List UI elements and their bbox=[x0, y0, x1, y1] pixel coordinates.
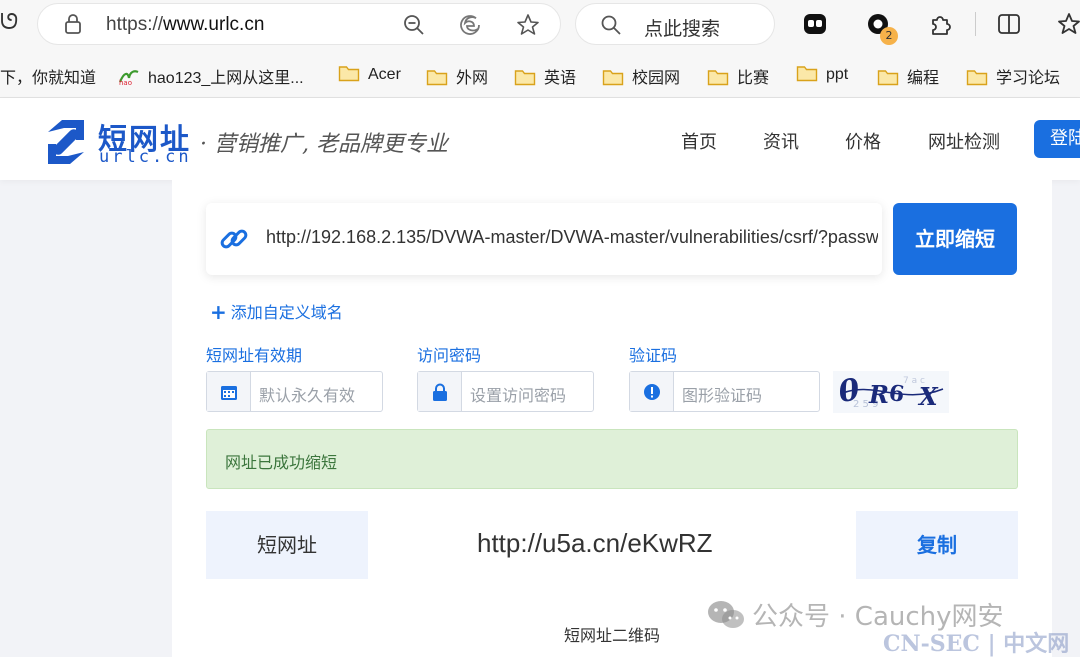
logo-icon[interactable] bbox=[42, 118, 90, 166]
bookmark-folder[interactable]: 编程 bbox=[877, 64, 940, 87]
short-url-value[interactable]: http://u5a.cn/eKwRZ bbox=[477, 528, 713, 559]
bookmark-folder[interactable]: 英语 bbox=[514, 64, 577, 87]
add-custom-domain-link[interactable]: + 添加自定义域名 bbox=[210, 299, 343, 324]
captcha-glyph: X bbox=[917, 382, 939, 411]
captcha-label: 验证码 bbox=[629, 346, 678, 365]
cnsec-watermark: CN-SEC | 中文网 bbox=[883, 631, 1070, 657]
success-alert: 网址已成功缩短 bbox=[206, 429, 1018, 489]
nav-home[interactable]: 首页 bbox=[681, 128, 717, 154]
favorites-icon[interactable] bbox=[1056, 11, 1080, 37]
bookmark-item[interactable]: 下，你就知道 bbox=[0, 64, 97, 87]
folder-icon bbox=[338, 66, 360, 82]
toolbar-divider bbox=[975, 12, 976, 36]
bookmark-item[interactable]: hao hao123_上网从这里... bbox=[118, 64, 304, 87]
bookmark-label: 编程 bbox=[907, 70, 940, 87]
bookmark-label: ppt bbox=[826, 66, 849, 83]
captcha-image[interactable]: 2 5 9 7 a c 0 R 6 X bbox=[833, 371, 949, 413]
bookmark-folder[interactable]: 学习论坛 bbox=[966, 64, 1061, 87]
puzzle-extensions-icon[interactable] bbox=[928, 11, 954, 37]
bookmark-label: Acer bbox=[368, 66, 401, 83]
validity-placeholder: 默认永久有效 bbox=[259, 386, 356, 405]
hao123-icon: hao bbox=[118, 70, 139, 86]
svg-text:hao: hao bbox=[119, 79, 132, 86]
long-url-value[interactable]: http://192.168.2.135/DVWA-master/DVWA-ma… bbox=[266, 227, 878, 248]
nav-url-check[interactable]: 网址检测 bbox=[928, 128, 1000, 154]
extension-badge: 2 bbox=[880, 27, 898, 45]
captcha-field[interactable]: 图形验证码 bbox=[629, 371, 820, 412]
login-button[interactable]: 登陆 bbox=[1034, 120, 1080, 158]
plus-icon: + bbox=[210, 300, 227, 324]
copy-button[interactable]: 复制 bbox=[856, 511, 1018, 579]
browser-search-box[interactable]: 点此搜索 bbox=[575, 3, 775, 45]
field-addon bbox=[207, 372, 251, 411]
bookmark-folder[interactable]: 外网 bbox=[426, 64, 489, 87]
bookmark-label: 外网 bbox=[456, 70, 489, 87]
bookmarks-bar: 下，你就知道 hao hao123_上网从这里... Acer 外网 英语 校园网… bbox=[0, 52, 1080, 98]
nav-news[interactable]: 资讯 bbox=[763, 128, 799, 154]
validity-field[interactable]: 默认永久有效 bbox=[206, 371, 383, 412]
alert-circle-icon bbox=[644, 384, 660, 400]
folder-icon bbox=[707, 70, 729, 86]
favorite-star-icon[interactable] bbox=[516, 13, 540, 37]
password-label: 访问密码 bbox=[417, 346, 482, 365]
search-icon bbox=[601, 15, 621, 35]
slogan: · 营销推广, 老品牌更专业 bbox=[200, 132, 448, 157]
url-host: www.urlc.cn bbox=[163, 14, 265, 35]
site-header: 短网址 urlc.cn · 营销推广, 老品牌更专业 首页 资讯 价格 网址检测… bbox=[0, 98, 1080, 180]
bookmark-label: 校园网 bbox=[632, 70, 681, 87]
bookmark-folder[interactable]: Acer bbox=[338, 64, 401, 86]
url-text[interactable]: https://www.urlc.cn bbox=[106, 14, 264, 36]
url-scheme: https:// bbox=[106, 14, 164, 35]
captcha-placeholder: 图形验证码 bbox=[682, 386, 763, 405]
add-custom-domain-label: 添加自定义域名 bbox=[230, 303, 343, 322]
bookmark-label: 比赛 bbox=[737, 70, 770, 87]
shorten-card: http://192.168.2.135/DVWA-master/DVWA-ma… bbox=[172, 180, 1052, 657]
qr-code-label: 短网址二维码 bbox=[564, 626, 661, 645]
calendar-icon bbox=[221, 386, 237, 400]
password-placeholder: 设置访问密码 bbox=[470, 386, 567, 405]
success-message: 网址已成功缩短 bbox=[225, 453, 338, 472]
field-addon bbox=[418, 372, 462, 411]
field-addon bbox=[630, 372, 674, 411]
shorten-button[interactable]: 立即缩短 bbox=[893, 203, 1017, 275]
bookmark-folder[interactable]: 校园网 bbox=[602, 64, 681, 87]
long-url-input[interactable]: http://192.168.2.135/DVWA-master/DVWA-ma… bbox=[206, 203, 882, 275]
browser-toolbar: ᘎ https://www.urlc.cn 点此搜索 2 bbox=[0, 0, 1080, 52]
folder-icon bbox=[966, 70, 988, 86]
zoom-out-icon[interactable] bbox=[402, 13, 426, 37]
search-placeholder: 点此搜索 bbox=[644, 18, 721, 40]
folder-icon bbox=[426, 70, 448, 86]
folder-icon bbox=[796, 66, 818, 82]
bookmark-label: 学习论坛 bbox=[996, 70, 1061, 87]
validity-label: 短网址有效期 bbox=[206, 346, 303, 365]
bookmark-folder[interactable]: 比赛 bbox=[707, 64, 770, 87]
extension-icon[interactable] bbox=[802, 11, 828, 37]
split-screen-icon[interactable] bbox=[996, 11, 1022, 37]
bookmark-label: 英语 bbox=[544, 70, 577, 87]
nav-pricing[interactable]: 价格 bbox=[845, 128, 881, 154]
bookmark-folder[interactable]: ppt bbox=[796, 64, 848, 86]
lock-icon[interactable] bbox=[64, 14, 82, 34]
reload-icon[interactable]: ᘎ bbox=[0, 10, 18, 35]
bookmark-label: hao123_上网从这里... bbox=[148, 70, 304, 87]
folder-icon bbox=[514, 70, 536, 86]
folder-icon bbox=[602, 70, 624, 86]
folder-icon bbox=[877, 70, 899, 86]
logo-domain[interactable]: urlc.cn bbox=[99, 147, 192, 167]
bookmark-label: 下，你就知道 bbox=[0, 70, 97, 87]
captcha-glyph: R bbox=[868, 380, 889, 409]
edge-icon[interactable] bbox=[458, 13, 482, 37]
wechat-icon bbox=[708, 601, 744, 628]
password-field[interactable]: 设置访问密码 bbox=[417, 371, 594, 412]
address-bar[interactable]: https://www.urlc.cn bbox=[37, 3, 561, 45]
short-url-label: 短网址 bbox=[206, 511, 368, 579]
lock-icon bbox=[433, 383, 447, 401]
link-icon bbox=[220, 229, 248, 249]
